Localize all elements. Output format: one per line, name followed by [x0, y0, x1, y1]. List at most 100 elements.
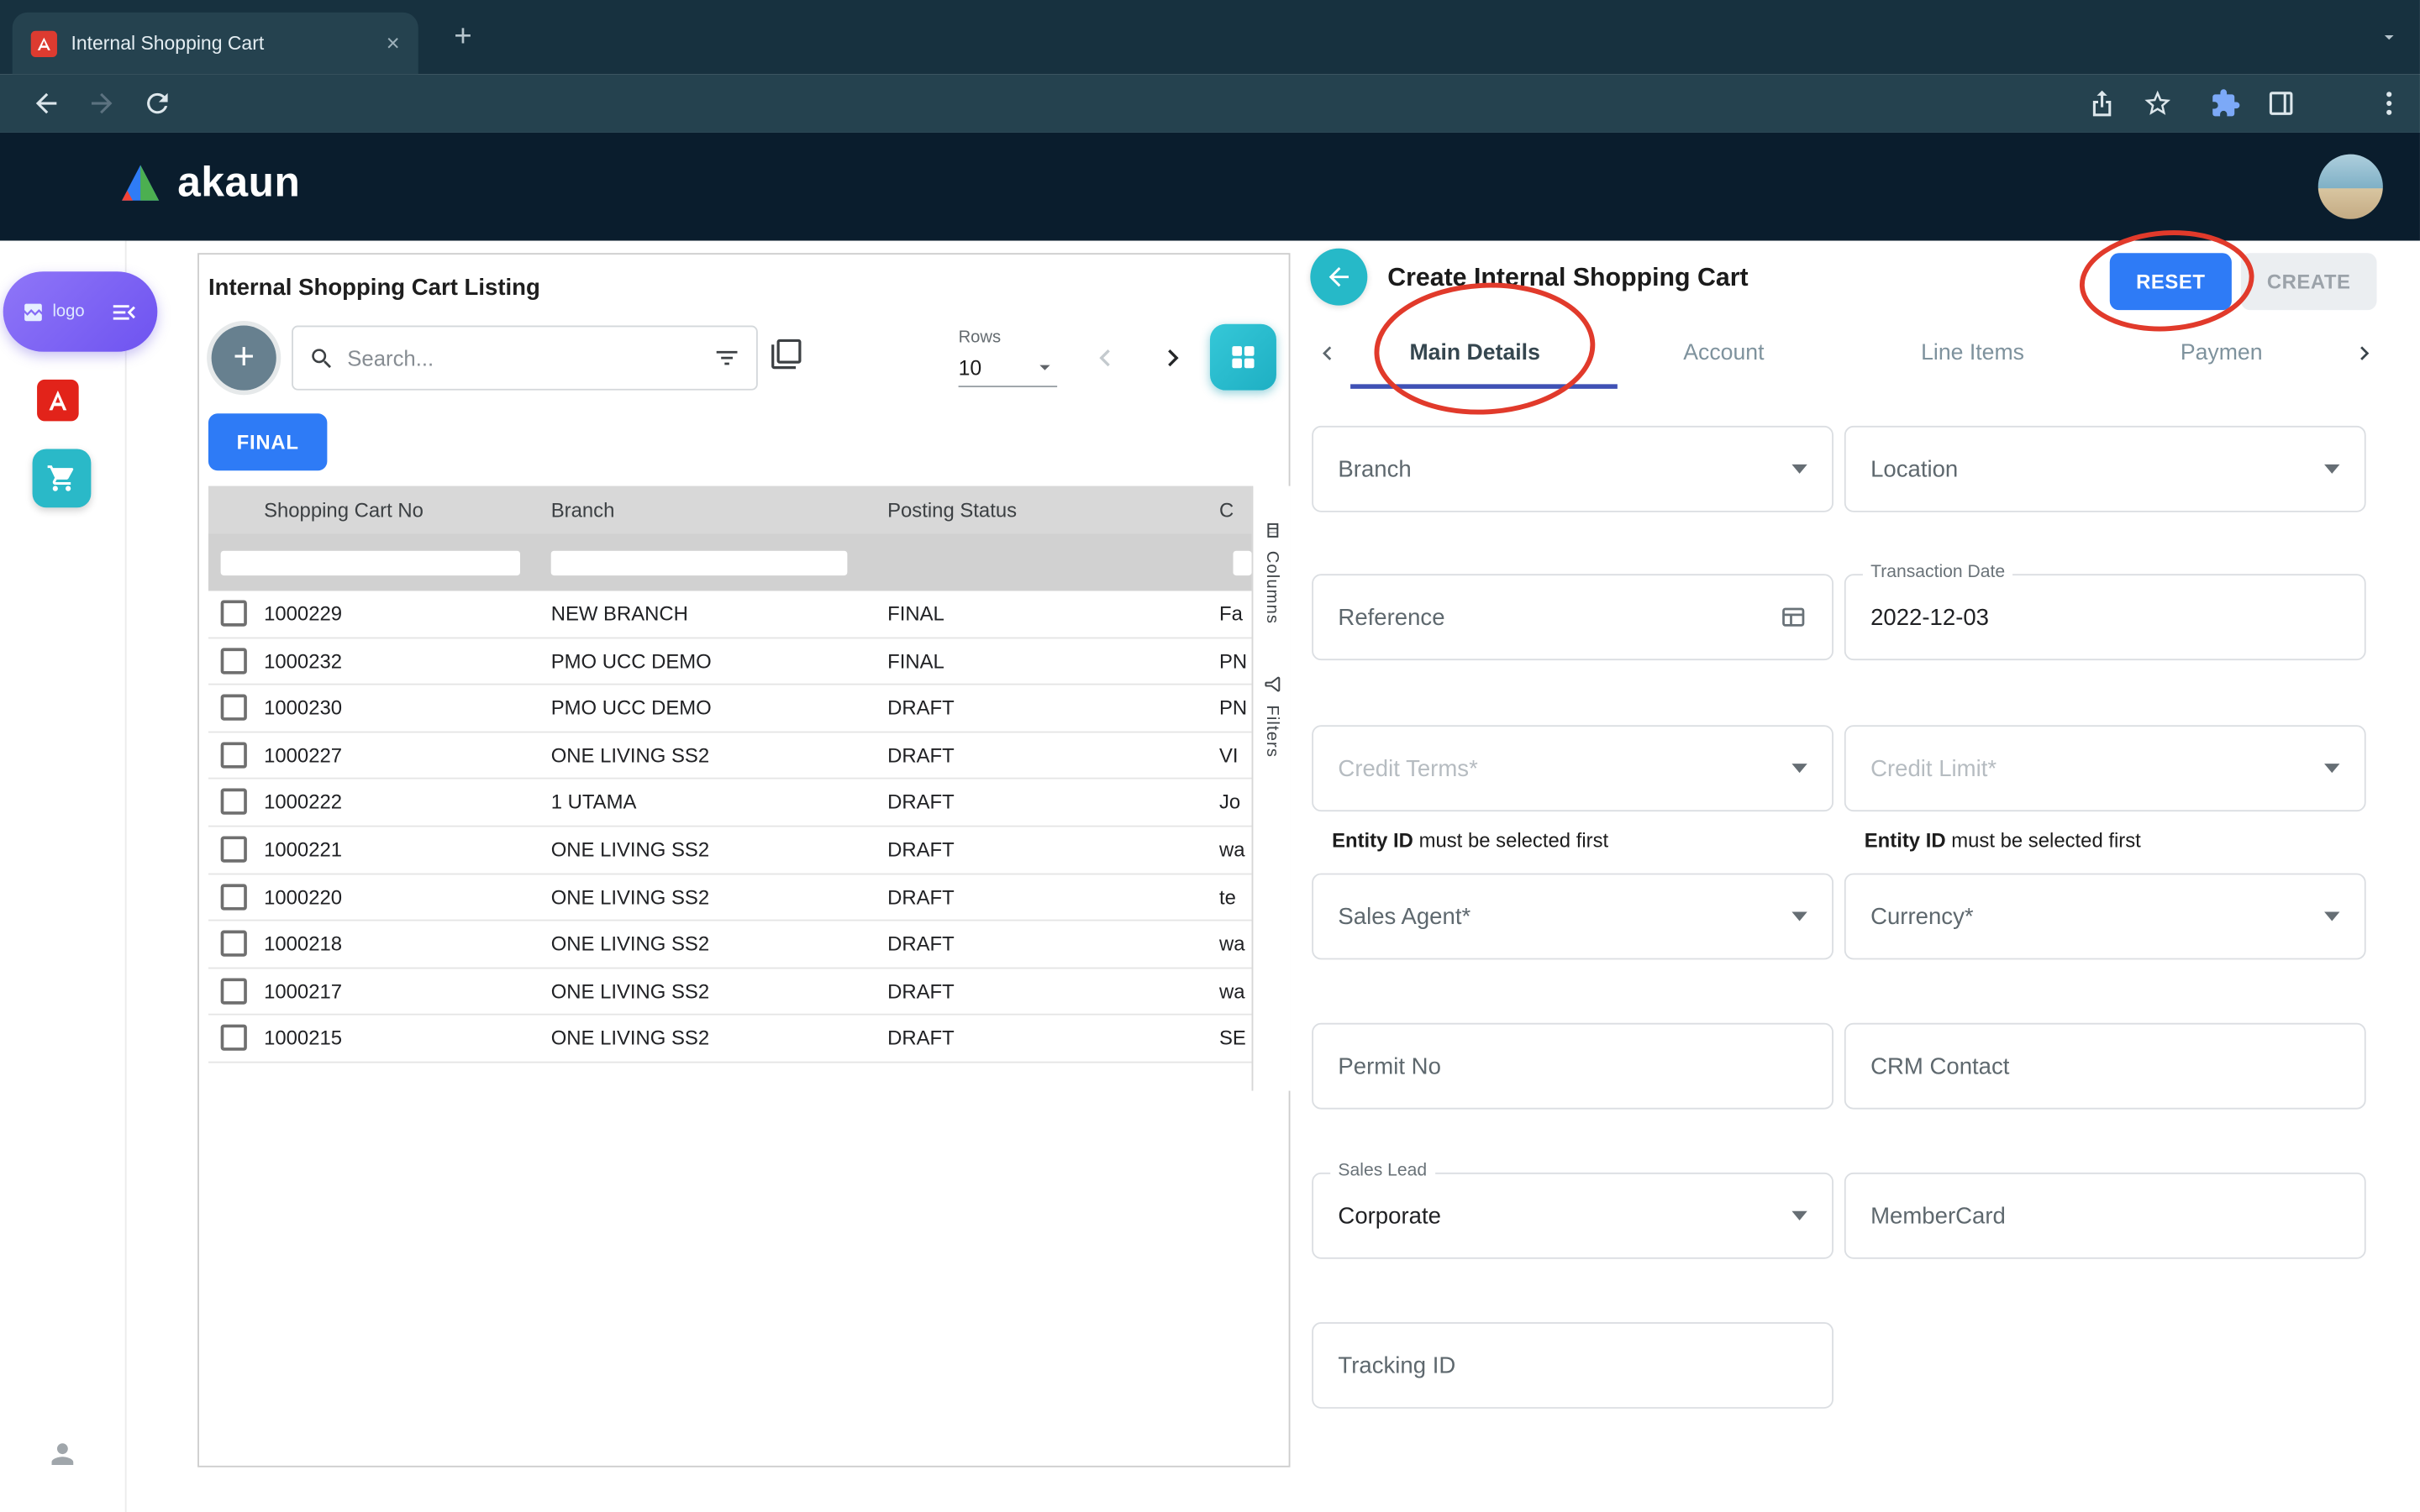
tracking-id-field[interactable]: Tracking ID — [1312, 1322, 1833, 1409]
customer-cell: Jo — [1219, 780, 1250, 827]
extensions-puzzle-icon[interactable] — [2210, 88, 2241, 119]
filter-input-branch[interactable] — [551, 551, 848, 575]
tab-close-icon[interactable]: × — [387, 32, 400, 55]
sales-lead-field[interactable]: Sales Lead Corporate — [1312, 1173, 1833, 1259]
new-tab-button[interactable]: + — [443, 20, 483, 55]
rows-select[interactable]: 10 — [959, 350, 1058, 387]
pdf-export-icon[interactable] — [37, 380, 79, 422]
branch-field[interactable]: Branch — [1312, 426, 1833, 512]
rows-label: Rows — [959, 328, 1058, 347]
chevron-down-icon — [2324, 764, 2339, 773]
menu-kebab-icon[interactable] — [2374, 88, 2405, 119]
column-header-posting-status[interactable]: Posting Status — [887, 486, 1017, 534]
table-row[interactable]: 1000221 ONE LIVING SS2 DRAFT wa — [208, 827, 1252, 874]
filter-input-customer[interactable] — [1234, 551, 1252, 575]
table-row[interactable]: 1000230 PMO UCC DEMO DRAFT PN — [208, 685, 1252, 732]
customer-cell: PN — [1219, 638, 1250, 685]
row-checkbox[interactable] — [221, 648, 247, 674]
shopping-cart-applet-button[interactable] — [33, 449, 92, 507]
member-card-field[interactable]: MemberCard — [1844, 1173, 2366, 1259]
back-button[interactable] — [1310, 249, 1367, 306]
permit-no-field-label: Permit No — [1338, 1053, 1440, 1079]
reference-field-label: Reference — [1338, 604, 1444, 630]
customer-cell: Fa — [1219, 591, 1250, 638]
final-filter-button[interactable]: FINAL — [208, 413, 327, 470]
row-checkbox[interactable] — [221, 695, 247, 721]
previous-page-icon[interactable] — [1088, 341, 1122, 375]
status-cell: DRAFT — [887, 1016, 955, 1063]
sales-lead-value: Corporate — [1338, 1203, 1441, 1229]
crm-contact-field[interactable]: CRM Contact — [1844, 1023, 2366, 1110]
table-row[interactable]: 1000232 PMO UCC DEMO FINAL PN — [208, 638, 1252, 685]
row-checkbox[interactable] — [221, 931, 247, 957]
row-checkbox[interactable] — [221, 836, 247, 862]
share-icon[interactable] — [2086, 88, 2118, 119]
next-page-icon[interactable] — [1156, 341, 1190, 375]
table-row[interactable]: 1000220 ONE LIVING SS2 DRAFT te — [208, 874, 1252, 921]
table-lookup-icon[interactable] — [1780, 603, 1807, 631]
tab-line-items[interactable]: Line Items — [1848, 318, 2096, 387]
sidebar-menu-toggle[interactable]: logo — [3, 271, 158, 352]
row-checkbox[interactable] — [221, 1025, 247, 1051]
customer-cell: wa — [1219, 921, 1250, 969]
table-row[interactable]: 1000227 ONE LIVING SS2 DRAFT VI — [208, 732, 1252, 780]
create-button[interactable]: CREATE — [2241, 253, 2377, 310]
support-person-icon[interactable] — [46, 1438, 79, 1471]
search-input[interactable] — [347, 345, 701, 370]
rows-value: 10 — [959, 355, 982, 379]
tab-account[interactable]: Account — [1599, 318, 1848, 387]
forward-icon[interactable] — [87, 88, 118, 119]
transaction-date-value: 2022-12-03 — [1870, 604, 1989, 630]
branch-cell: ONE LIVING SS2 — [551, 921, 709, 969]
cart-no-cell: 1000227 — [264, 732, 342, 780]
column-header-customer[interactable]: C — [1219, 486, 1250, 534]
table-side-tabs: Columns Filters — [1252, 486, 1291, 1091]
row-checkbox[interactable] — [221, 742, 247, 768]
crm-contact-field-label: CRM Contact — [1870, 1053, 2009, 1079]
bookmark-star-icon[interactable] — [2142, 88, 2173, 119]
add-cart-button[interactable]: + — [212, 326, 276, 391]
customer-cell: wa — [1219, 827, 1250, 874]
filter-input-cart-no[interactable] — [221, 551, 520, 575]
columns-side-tab[interactable]: Columns — [1262, 520, 1282, 624]
currency-field[interactable]: Currency* — [1844, 874, 2366, 960]
table-row[interactable]: 1000222 1 UTAMA DRAFT Jo — [208, 780, 1252, 827]
table-row[interactable]: 1000218 ONE LIVING SS2 DRAFT wa — [208, 921, 1252, 969]
row-checkbox[interactable] — [221, 789, 247, 815]
column-header-branch[interactable]: Branch — [551, 486, 615, 534]
duplicate-pages-icon[interactable] — [771, 338, 803, 370]
column-header-cart-no[interactable]: Shopping Cart No — [264, 486, 424, 534]
back-icon[interactable] — [31, 88, 62, 119]
row-checkbox[interactable] — [221, 978, 247, 1004]
reset-button[interactable]: RESET — [2110, 253, 2232, 310]
credit-limit-field[interactable]: Credit Limit* — [1844, 725, 2366, 811]
tab-payment[interactable]: Paymen — [2097, 318, 2346, 387]
permit-no-field[interactable]: Permit No — [1312, 1023, 1833, 1110]
location-field[interactable]: Location — [1844, 426, 2366, 512]
reference-field[interactable]: Reference — [1312, 574, 1833, 660]
side-panel-icon[interactable] — [2265, 88, 2296, 119]
credit-terms-field[interactable]: Credit Terms* — [1312, 725, 1833, 811]
table-body: 1000229 NEW BRANCH FINAL Fa 1000232 PMO … — [208, 591, 1252, 1063]
table-row[interactable]: 1000229 NEW BRANCH FINAL Fa — [208, 591, 1252, 638]
member-card-field-label: MemberCard — [1870, 1203, 2006, 1229]
form-title: Create Internal Shopping Cart — [1387, 264, 1748, 293]
row-checkbox[interactable] — [221, 884, 247, 910]
tab-search-chevron-icon[interactable] — [2378, 26, 2400, 48]
reload-icon[interactable] — [142, 88, 173, 119]
row-checkbox[interactable] — [221, 600, 247, 626]
user-avatar[interactable] — [2318, 155, 2383, 219]
active-tab-indicator — [1350, 384, 1618, 389]
tabs-scroll-right-icon[interactable] — [2350, 339, 2378, 367]
tabs-scroll-left-icon[interactable] — [1313, 339, 1341, 367]
browser-tab[interactable]: Internal Shopping Cart × — [13, 13, 418, 74]
customer-cell: VI — [1219, 732, 1250, 780]
table-row[interactable]: 1000217 ONE LIVING SS2 DRAFT wa — [208, 969, 1252, 1016]
filters-side-tab[interactable]: Filters — [1262, 674, 1282, 757]
filter-list-icon[interactable] — [713, 344, 741, 372]
sales-agent-field[interactable]: Sales Agent* — [1312, 874, 1833, 960]
tab-main-details[interactable]: Main Details — [1350, 318, 1599, 387]
grid-view-button[interactable] — [1210, 324, 1276, 391]
table-row[interactable]: 1000215 ONE LIVING SS2 DRAFT SE — [208, 1016, 1252, 1063]
transaction-date-field[interactable]: Transaction Date 2022-12-03 — [1844, 574, 2366, 660]
